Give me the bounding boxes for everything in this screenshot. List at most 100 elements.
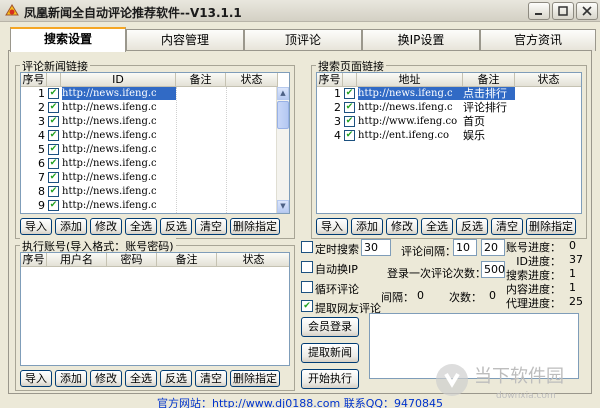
accounts-add-button[interactable]: 添加 bbox=[55, 370, 87, 387]
table-row[interactable]: 2 ✔ http://news.ifeng.c 评论排行 bbox=[317, 101, 581, 114]
row-id: http://news.ifeng.c bbox=[62, 186, 157, 197]
search-links-select-all-button[interactable]: 全选 bbox=[421, 218, 453, 235]
row-address: http://ent.ifeng.co bbox=[358, 130, 450, 141]
table-row[interactable]: 1 ✔ http://news.ifeng.c bbox=[21, 87, 289, 100]
row-note: 娱乐 bbox=[463, 129, 485, 142]
accounts-group: 执行账号(导入格式：账号密码) 序号 用户名 密码 备注 状态 导入 添加 修改 全选… bbox=[15, 238, 295, 391]
search-links-import-button[interactable]: 导入 bbox=[316, 218, 348, 235]
table-row[interactable]: 4 ✔ http://ent.ifeng.co 娱乐 bbox=[317, 129, 581, 142]
row-checkbox[interactable]: ✔ bbox=[344, 88, 355, 99]
table-row[interactable]: 3 ✔ http://news.ifeng.c bbox=[21, 115, 289, 128]
search-progress-value: 1 bbox=[569, 267, 576, 280]
search-links-edit-button[interactable]: 修改 bbox=[386, 218, 418, 235]
row-note: 首页 bbox=[463, 115, 485, 128]
table-row[interactable]: 8 ✔ http://news.ifeng.c bbox=[21, 185, 289, 198]
comment-links-invert-button[interactable]: 反选 bbox=[160, 218, 192, 235]
col-header-check bbox=[343, 73, 357, 87]
fetch-comments-checkbox[interactable]: ✔ bbox=[301, 300, 313, 312]
tab-strip: 搜索设置 内容管理 顶评论 换IP设置 官方资讯 bbox=[10, 27, 596, 52]
scroll-up-icon[interactable]: ▲ bbox=[277, 87, 289, 100]
member-login-button[interactable]: 会员登录 bbox=[301, 317, 359, 337]
col-header-username: 用户名 bbox=[47, 253, 107, 267]
row-checkbox[interactable]: ✔ bbox=[48, 144, 59, 155]
maximize-button[interactable] bbox=[552, 2, 574, 20]
table-row[interactable]: 7 ✔ http://news.ifeng.c bbox=[21, 171, 289, 184]
comment-interval-label: 评论间隔： bbox=[401, 245, 456, 258]
comment-links-edit-button[interactable]: 修改 bbox=[90, 218, 122, 235]
auto-ip-checkbox[interactable] bbox=[301, 261, 313, 273]
timed-search-input[interactable]: 30 bbox=[361, 239, 391, 256]
search-links-invert-button[interactable]: 反选 bbox=[456, 218, 488, 235]
tab-top-comment[interactable]: 顶评论 bbox=[244, 29, 362, 51]
accounts-edit-button[interactable]: 修改 bbox=[90, 370, 122, 387]
comment-links-delete-selected-button[interactable]: 删除指定 bbox=[230, 218, 280, 235]
row-number: 2 bbox=[38, 101, 45, 114]
tab-search-settings[interactable]: 搜索设置 bbox=[10, 27, 126, 52]
scroll-down-icon[interactable]: ▼ bbox=[277, 200, 289, 213]
watermark-url: downxia.com bbox=[496, 391, 556, 401]
table-row[interactable]: 6 ✔ http://news.ifeng.c bbox=[21, 157, 289, 170]
tab-official-news[interactable]: 官方资讯 bbox=[480, 29, 596, 51]
scroll-thumb[interactable] bbox=[277, 101, 289, 129]
table-row[interactable]: 5 ✔ http://news.ifeng.c bbox=[21, 143, 289, 156]
row-number: 4 bbox=[38, 129, 45, 142]
row-checkbox[interactable]: ✔ bbox=[48, 172, 59, 183]
row-checkbox[interactable]: ✔ bbox=[48, 116, 59, 127]
table-row[interactable]: 2 ✔ http://news.ifeng.c bbox=[21, 101, 289, 114]
accounts-import-button[interactable]: 导入 bbox=[20, 370, 52, 387]
tab-content-management[interactable]: 内容管理 bbox=[126, 29, 244, 51]
comment-links-scrollbar[interactable]: ▲ ▼ bbox=[276, 87, 289, 213]
fetch-news-button[interactable]: 提取新闻 bbox=[301, 343, 359, 363]
tab-ip-settings[interactable]: 换IP设置 bbox=[362, 29, 480, 51]
search-links-add-button[interactable]: 添加 bbox=[351, 218, 383, 235]
table-row[interactable]: 4 ✔ http://news.ifeng.c bbox=[21, 129, 289, 142]
downxia-watermark-logo: 当下软件园 downxia.com bbox=[436, 364, 564, 401]
table-row[interactable]: 3 ✔ http://www.ifeng.co 首页 bbox=[317, 115, 581, 128]
accounts-grid[interactable]: 序号 用户名 密码 备注 状态 bbox=[20, 252, 290, 366]
row-checkbox[interactable]: ✔ bbox=[48, 186, 59, 197]
login-count-input[interactable]: 500 bbox=[481, 261, 505, 278]
window-title: 凤凰新闻全自动评论推荐软件--V13.1.1 bbox=[24, 6, 242, 20]
col-header-note: 备注 bbox=[157, 253, 217, 267]
start-button[interactable]: 开始执行 bbox=[301, 369, 359, 389]
minimize-button[interactable] bbox=[528, 2, 550, 20]
row-checkbox[interactable]: ✔ bbox=[48, 102, 59, 113]
table-row[interactable]: 9 ✔ http://news.ifeng.c bbox=[21, 199, 289, 212]
comment-links-grid[interactable]: 序号 ID 备注 状态 1 ✔ http://news.ifeng.c 2 ✔ http:… bbox=[20, 72, 290, 214]
row-checkbox[interactable]: ✔ bbox=[344, 102, 355, 113]
col-header-id: ID bbox=[61, 73, 176, 87]
accounts-invert-button[interactable]: 反选 bbox=[160, 370, 192, 387]
table-row[interactable]: 1 ✔ http://news.ifeng.c 点击排行 bbox=[317, 87, 581, 100]
loop-comment-label: 循环评论 bbox=[315, 283, 359, 296]
comment-links-clear-button[interactable]: 清空 bbox=[195, 218, 227, 235]
col-header-note: 备注 bbox=[176, 73, 226, 87]
auto-ip-label: 自动换IP bbox=[315, 263, 358, 276]
row-number: 4 bbox=[334, 129, 341, 142]
row-checkbox[interactable]: ✔ bbox=[48, 88, 59, 99]
interval-min-input[interactable]: 10 bbox=[453, 239, 477, 256]
comment-links-import-button[interactable]: 导入 bbox=[20, 218, 52, 235]
comment-links-add-button[interactable]: 添加 bbox=[55, 218, 87, 235]
search-links-grid[interactable]: 序号 地址 备注 状态 1 ✔ http://news.ifeng.c 点击排行 2 ✔ h… bbox=[316, 72, 582, 214]
row-note: 点击排行 bbox=[463, 87, 515, 100]
row-checkbox[interactable]: ✔ bbox=[344, 130, 355, 141]
close-button[interactable] bbox=[576, 2, 598, 20]
search-links-delete-selected-button[interactable]: 删除指定 bbox=[526, 218, 576, 235]
accounts-delete-selected-button[interactable]: 删除指定 bbox=[230, 370, 280, 387]
search-links-clear-button[interactable]: 清空 bbox=[491, 218, 523, 235]
loop-comment-checkbox[interactable] bbox=[301, 281, 313, 293]
comment-links-select-all-button[interactable]: 全选 bbox=[125, 218, 157, 235]
row-number: 9 bbox=[38, 199, 45, 212]
row-id: http://news.ifeng.c bbox=[62, 116, 157, 127]
proxy-progress-label: 代理进度： bbox=[506, 297, 561, 310]
interval-max-input[interactable]: 20 bbox=[481, 239, 505, 256]
accounts-select-all-button[interactable]: 全选 bbox=[125, 370, 157, 387]
row-checkbox[interactable]: ✔ bbox=[48, 130, 59, 141]
login-count-label: 登录一次评论次数： bbox=[387, 267, 486, 280]
close-icon bbox=[582, 6, 592, 16]
row-checkbox[interactable]: ✔ bbox=[344, 116, 355, 127]
row-checkbox[interactable]: ✔ bbox=[48, 158, 59, 169]
accounts-clear-button[interactable]: 清空 bbox=[195, 370, 227, 387]
timed-search-checkbox[interactable] bbox=[301, 241, 313, 253]
row-checkbox[interactable]: ✔ bbox=[48, 200, 59, 211]
